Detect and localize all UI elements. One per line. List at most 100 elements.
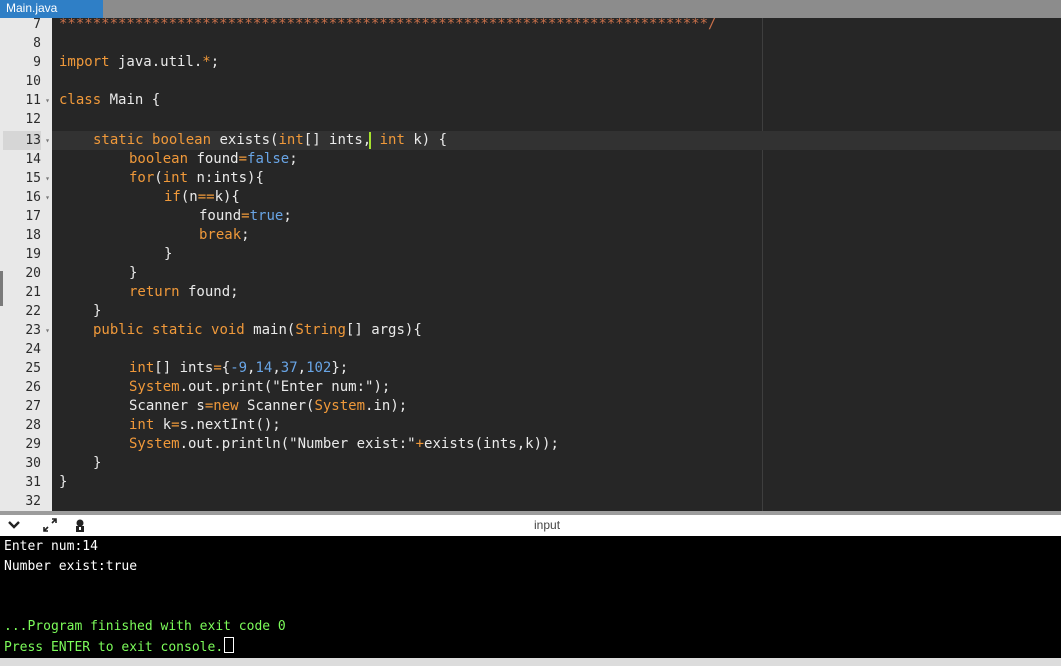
line-number: 15 — [25, 171, 41, 186]
code-text: ; — [241, 227, 250, 243]
text-cursor — [369, 132, 371, 149]
code-text: Scanner( — [238, 398, 315, 414]
line-number: 14 — [25, 152, 41, 167]
code-line-29: System.out.println("Number exist:"+exist… — [129, 435, 559, 454]
code-line-20: } — [129, 265, 138, 281]
keyword: String — [295, 322, 346, 338]
line-number: 31 — [25, 475, 41, 490]
code-text: .out.println( — [179, 436, 290, 452]
expand-icon[interactable] — [42, 517, 58, 533]
code-text: java.util. — [109, 54, 203, 70]
keyword: import — [59, 54, 110, 70]
code-text: ; — [283, 208, 292, 224]
console-label: input — [534, 518, 561, 532]
code-text: found — [188, 151, 239, 167]
code-line-18: break; — [199, 226, 250, 245]
literal: true — [249, 208, 284, 224]
code-line-23: public static void main(String[] args){ — [93, 321, 422, 340]
keyword: int — [129, 360, 155, 376]
line-number-gutter: 7 8 9 10 11 ▾ 12 13 ▾ 14 15 ▾ 16 ▾ 17 18… — [3, 18, 52, 511]
code-line-16: if(n==k){ — [164, 188, 240, 207]
operator: + — [415, 436, 425, 452]
literal: false — [247, 151, 290, 167]
settings-icon[interactable] — [72, 517, 88, 533]
code-text: exists( — [211, 132, 279, 148]
code-line-28: int k=s.nextInt(); — [129, 416, 281, 435]
line-number: 20 — [25, 266, 41, 281]
console-line: Press ENTER to exit console. — [4, 640, 224, 655]
code-line-25: int[] ints={-9,14,37,102}; — [129, 359, 348, 378]
code-line-15: for(int n:ints){ — [129, 169, 264, 188]
console-line: Enter num:14 — [4, 539, 98, 554]
code-text: .in); — [365, 398, 408, 414]
code-text: , — [297, 360, 307, 376]
line-number: 10 — [25, 74, 41, 89]
code-text: (n — [180, 189, 198, 205]
bottom-strip — [0, 658, 1061, 666]
line-number: 16 — [25, 190, 41, 205]
keyword: public — [93, 322, 144, 338]
line-number: 29 — [25, 437, 41, 452]
line-number: 19 — [25, 247, 41, 262]
keyword: System — [314, 398, 366, 414]
code-line-30: } — [93, 455, 102, 471]
tab-bar: Main.java — [0, 0, 1061, 18]
code-text: n:ints){ — [188, 170, 264, 186]
keyword: new — [213, 398, 239, 414]
fold-arrow-icon[interactable]: ▾ — [45, 169, 50, 188]
tab-main-java[interactable]: Main.java — [0, 0, 103, 18]
keyword: static — [143, 322, 203, 338]
line-number: 23 — [25, 323, 41, 338]
literal: 37 — [280, 360, 298, 376]
string: "Enter num:" — [272, 379, 374, 395]
console-prompt-line: Press ENTER to exit console. — [4, 637, 235, 657]
keyword: static — [93, 132, 144, 148]
fold-arrow-icon[interactable]: ▾ — [45, 188, 50, 207]
code-line-14: boolean found=false; — [129, 150, 298, 169]
line-number: 21 — [25, 285, 41, 300]
code-text: ; — [210, 54, 220, 70]
keyword: void — [202, 322, 245, 338]
line-number: 12 — [25, 112, 41, 127]
code-line-11: class Main { — [59, 91, 160, 110]
code-line-17: found=true; — [199, 207, 292, 226]
operator: = — [171, 417, 180, 433]
literal: 14 — [255, 360, 273, 376]
code-line-7: ****************************************… — [59, 18, 716, 34]
comment: ****************************************… — [59, 18, 717, 32]
code-text: Scanner s — [129, 398, 205, 414]
code-text: { — [221, 360, 231, 376]
fold-arrow-icon[interactable]: ▾ — [45, 91, 50, 110]
code-line-21: return found; — [129, 283, 239, 302]
code-text: k){ — [214, 189, 240, 205]
code-text: found — [199, 208, 242, 224]
code-text: Main { — [101, 92, 161, 108]
keyword: boolean — [129, 151, 189, 167]
keyword: class — [59, 92, 102, 108]
keyword: boolean — [152, 132, 212, 148]
fold-arrow-icon[interactable]: ▾ — [45, 131, 50, 150]
console-cursor — [224, 637, 235, 653]
operator: = — [241, 208, 250, 224]
keyword: break — [199, 227, 242, 243]
line-number: 22 — [25, 304, 41, 319]
code-text: , — [272, 360, 281, 376]
line-number-active: 13 — [3, 131, 41, 150]
keyword: return — [129, 284, 180, 300]
code-text: ( — [154, 170, 163, 186]
console-line: Number exist:true — [4, 559, 138, 574]
code-line-19: } — [164, 246, 173, 262]
code-editor[interactable]: 7 8 9 10 11 ▾ 12 13 ▾ 14 15 ▾ 16 ▾ 17 18… — [0, 18, 1061, 511]
line-number: 7 — [33, 18, 41, 32]
operator: = — [213, 360, 222, 376]
chevron-down-icon[interactable] — [6, 517, 22, 533]
code-line-27: Scanner s=new Scanner(System.in); — [129, 397, 407, 416]
code-line-22: } — [93, 303, 102, 319]
fold-arrow-icon[interactable]: ▾ — [45, 321, 50, 340]
keyword: System — [129, 436, 180, 452]
operator: = — [238, 151, 248, 167]
line-number: 18 — [25, 228, 41, 243]
keyword: int — [129, 417, 155, 433]
print-margin — [762, 18, 763, 511]
console-output[interactable]: Enter num:14 Number exist:true ...Progra… — [0, 536, 1061, 658]
